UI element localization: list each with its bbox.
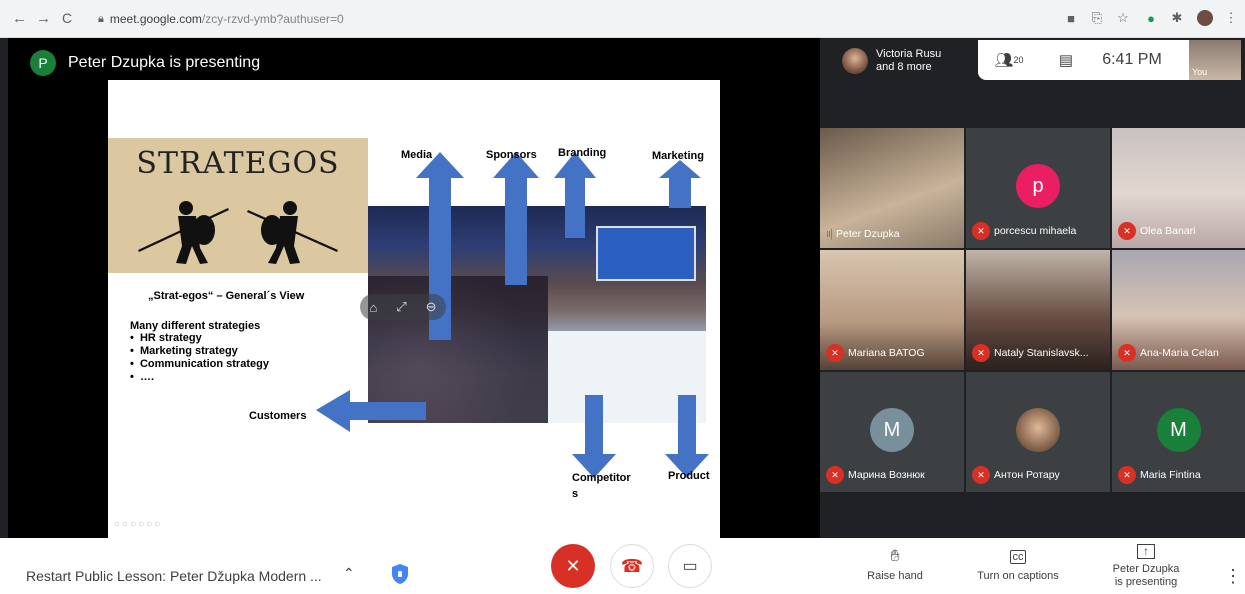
marketing-arrow — [659, 160, 701, 208]
pin-icon[interactable]: ⌂ — [369, 300, 377, 315]
present-screen-icon: ↑ — [1137, 544, 1155, 559]
captions-icon: cc — [1010, 550, 1026, 564]
translate-icon[interactable]: ⎘ — [1088, 9, 1106, 27]
presenting-banner: P Peter Dzupka is presenting — [30, 48, 260, 78]
shield-icon[interactable] — [390, 563, 410, 585]
customers-label: Customers — [249, 410, 307, 422]
hand-icon: ✋︎ — [890, 548, 900, 565]
marketing-label: Marketing — [652, 150, 704, 162]
chat-icon: ▤ — [1058, 52, 1074, 69]
participant-photo — [842, 48, 868, 74]
puzzle-icon[interactable]: ✱ — [1168, 9, 1186, 27]
self-view[interactable]: You — [1189, 40, 1241, 80]
browser-toolbar: ← → C 🔒︎ meet.google.com/zcy-rzvd-ymb?au… — [0, 0, 1245, 38]
raise-hand-button[interactable]: ✋︎ Raise hand — [860, 548, 930, 582]
participant-tile[interactable]: M ✕ Марина Вознюк — [820, 372, 964, 492]
customers-arrow — [316, 390, 426, 432]
product-arrow — [665, 395, 709, 478]
participant-tile[interactable]: ✕ Mariana BATOG — [820, 250, 964, 370]
chevron-up-icon[interactable]: ⌃ — [343, 565, 355, 582]
participant-avatar: p — [1016, 164, 1060, 208]
participant-tile[interactable]: ✕ Nataly Stanislavsk... — [966, 250, 1110, 370]
presenter-avatar: P — [30, 50, 56, 76]
participant-tile[interactable]: ✕ Антон Ротару — [966, 372, 1110, 492]
participant-tile[interactable]: ıı| Peter Dzupka — [820, 128, 964, 248]
lock-icon: 🔒︎ — [98, 12, 104, 25]
mic-off-icon: ✕ — [1118, 344, 1136, 362]
top-right-bar: Victoria Rusu and 8 more 👥︎ 20 ▤ 6:41 PM … — [820, 38, 1245, 126]
mic-off-icon: ✕ — [1118, 222, 1136, 240]
presenting-text: Peter Dzupka is presenting — [68, 54, 261, 71]
address-bar[interactable]: 🔒︎ meet.google.com/zcy-rzvd-ymb?authuser… — [98, 7, 1018, 31]
camera-icon[interactable]: ■ — [1062, 9, 1080, 27]
presenting-button[interactable]: ↑ Peter Dzupka is presenting — [1106, 544, 1186, 589]
fullscreen-icon[interactable]: ⤢ — [396, 299, 406, 315]
participant-tile[interactable]: p ✕ porcescu mihaela — [966, 128, 1110, 248]
participant-avatar: M — [870, 408, 914, 452]
mic-off-icon: ✕ — [972, 344, 990, 362]
branding-label: Branding — [558, 147, 607, 159]
mini-participant-name: Victoria Rusu and 8 more — [876, 48, 942, 73]
participant-photo — [1016, 408, 1060, 452]
camera-toggle-button[interactable]: ▭ — [668, 544, 712, 588]
you-label: You — [1192, 67, 1208, 77]
captions-label: Turn on captions — [977, 570, 1059, 582]
participant-tile[interactable]: ✕ Ana-Maria Celan — [1112, 250, 1245, 370]
presenting-status: is presenting — [1114, 576, 1178, 588]
forward-icon[interactable]: → — [36, 10, 51, 27]
media-label: Media — [401, 149, 433, 161]
presenting-name: Peter Dzupka — [1112, 563, 1180, 575]
hang-up-icon: ☎ — [620, 555, 644, 576]
competitors-label: Competitor s — [572, 472, 631, 500]
participant-name-tag: ıı| Peter Dzupka — [826, 228, 900, 240]
video-camera-icon: ▭ — [682, 558, 698, 575]
reload-icon[interactable]: C — [62, 10, 72, 26]
zoom-controls[interactable]: ⌂ ⤢ ⊖ — [360, 294, 446, 320]
minus-icon[interactable]: ⊖ — [426, 299, 437, 315]
profile-avatar[interactable] — [1196, 9, 1214, 27]
mic-off-icon: ✕ — [826, 344, 844, 362]
people-button[interactable]: 👥︎ 20 — [978, 51, 1040, 69]
product-label: Product — [668, 470, 710, 482]
mini-participant[interactable]: Victoria Rusu and 8 more — [842, 48, 941, 74]
people-icon: 👥︎ — [994, 52, 1014, 69]
mic-off-icon: ✕ — [972, 222, 990, 240]
mic-off-icon: ✕ — [1118, 466, 1136, 484]
back-icon[interactable]: ← — [12, 10, 27, 27]
meet-area: P Peter Dzupka is presenting STRATEGOS „… — [0, 38, 1245, 538]
presentation-stage: P Peter Dzupka is presenting STRATEGOS „… — [8, 38, 820, 538]
more-options-icon[interactable]: ⋮ — [1224, 566, 1242, 587]
mic-off-icon: ✕ — [826, 466, 844, 484]
participant-count: 20 — [1013, 55, 1024, 65]
captions-button[interactable]: cc Turn on captions — [970, 548, 1066, 582]
chat-button[interactable]: ▤ — [1040, 51, 1092, 69]
extension-icon[interactable]: ● — [1142, 9, 1160, 27]
bookmark-star-icon[interactable]: ☆ — [1114, 9, 1132, 27]
mic-off-icon: ✕ — [972, 466, 990, 484]
leave-call-button[interactable]: ☎ — [610, 544, 654, 588]
url-text: meet.google.com/zcy-rzvd-ymb?authuser=0 — [109, 12, 344, 26]
mic-off-icon: ✕ — [565, 555, 581, 576]
participant-tile[interactable]: ✕ Olea Banari — [1112, 128, 1245, 248]
participant-tile[interactable]: M ✕ Maria Fintina — [1112, 372, 1245, 492]
participant-avatar: M — [1156, 408, 1201, 452]
browser-menu-icon[interactable]: ⋮ — [1222, 9, 1240, 27]
clock-time: 6:41 PM — [1102, 51, 1162, 68]
competitors-arrow — [572, 395, 616, 478]
meeting-title[interactable]: Restart Public Lesson: Peter Džupka Mode… — [26, 568, 322, 584]
mic-toggle-button[interactable]: ✕ — [551, 544, 595, 588]
sponsors-arrow — [493, 152, 539, 285]
slide-toolbar[interactable]: ○○○○○○ — [114, 519, 162, 530]
sponsors-label: Sponsors — [486, 149, 537, 161]
branding-arrow — [554, 152, 596, 238]
meeting-controls-bar: Restart Public Lesson: Peter Džupka Mode… — [0, 538, 1245, 594]
raise-hand-label: Raise hand — [867, 570, 923, 582]
speaking-icon: ıı| — [826, 228, 833, 240]
